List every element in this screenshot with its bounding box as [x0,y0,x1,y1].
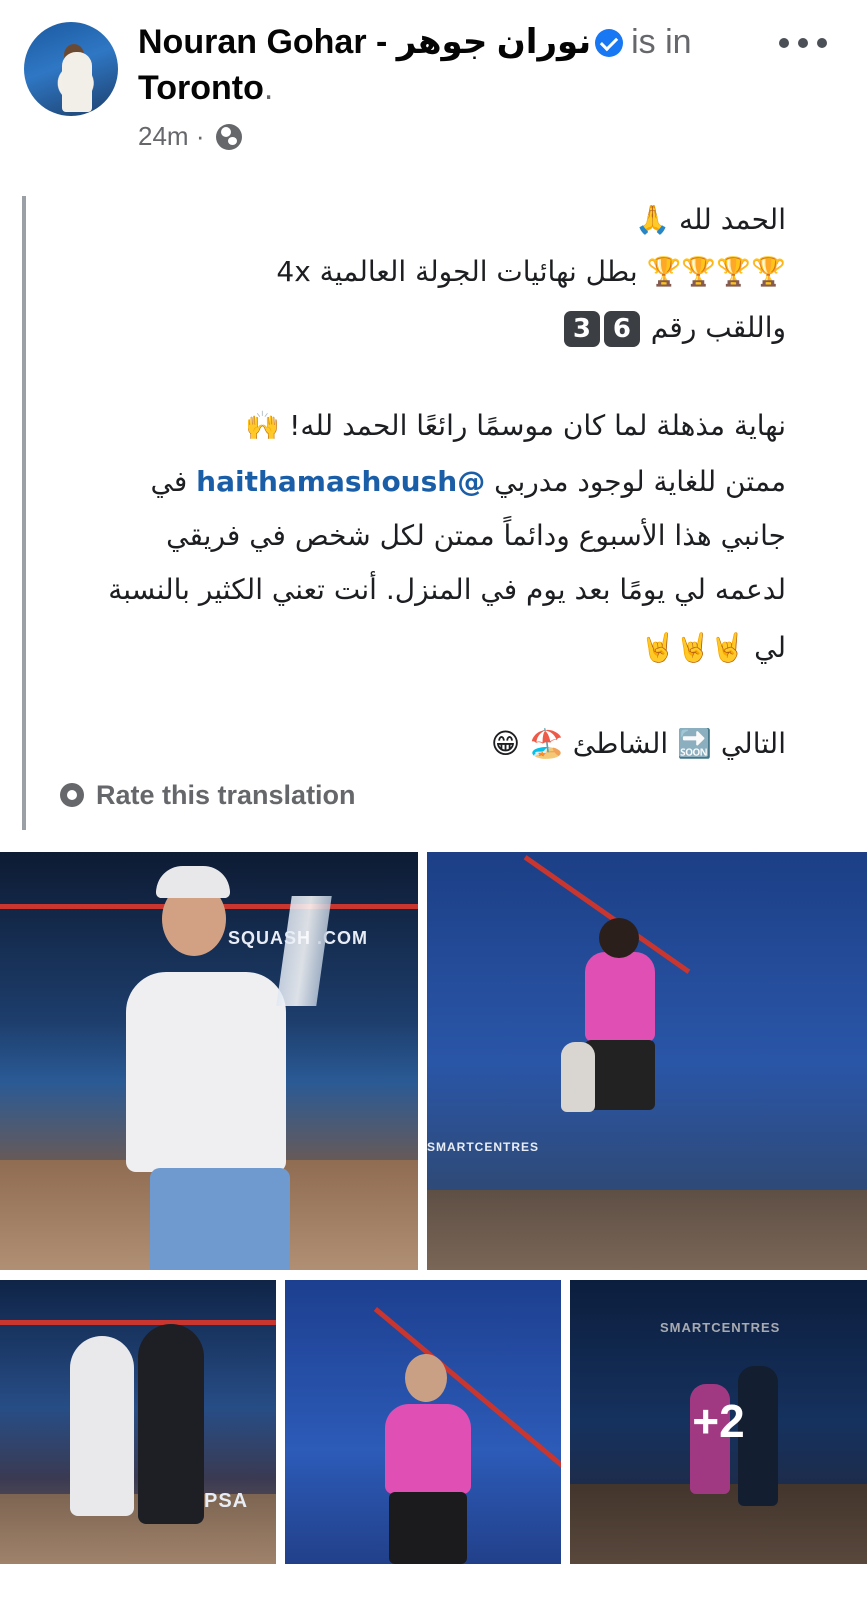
post-header: Nouran Gohar - نوران جوهر is in [138,22,692,62]
photo-with-coach[interactable]: PSA [0,1280,276,1564]
avatar-figure [62,52,92,112]
player-cap [156,866,230,898]
post-line: لدعمه لي يومًا بعد يوم في المنزل. أنت تع… [108,573,786,606]
player-head [599,918,639,958]
photo-pink-shirt[interactable] [285,1280,561,1564]
more-photos-count: +2 [692,1395,745,1447]
player [70,1336,134,1516]
player-shirt [385,1404,471,1494]
gear-icon [60,783,84,807]
post-meta: 24m · [138,120,242,152]
photo-sign: PSA [204,1490,249,1512]
author-name[interactable]: Nouran Gohar - نوران جوهر [138,23,591,61]
more-options-button[interactable] [779,36,827,50]
coach [138,1324,204,1524]
player-skirt [585,1040,655,1110]
player-shirt [585,952,655,1042]
player-shirt [126,972,286,1172]
post-line-text: ممتن للغاية لوجود مدربي [485,465,786,498]
post-line: الحمد لله 🙏 [635,203,786,236]
post-line: التالي 🔜 الشاطئ 🏖️ 😁 [490,727,786,760]
number-badge: 3 [563,311,600,347]
photo-more[interactable]: SMARTCENTRES +2 [570,1280,867,1564]
post-text: الحمد لله 🙏 🏆🏆🏆🏆 بطل نهائيات الجولة العا… [22,196,846,830]
post-time[interactable]: 24m [138,121,189,151]
post-line: 🏆🏆🏆🏆 بطل نهائيات الجولة العالمية 4x [276,255,786,288]
post-line-text: واللقب رقم [650,311,786,344]
location-link[interactable]: Toronto [138,69,264,107]
more-dots-icon [779,38,789,48]
opponent [561,1042,595,1112]
location-line: Toronto. [138,68,273,108]
post-line: جانبي هذا الأسبوع ودائماً ممتن لكل شخص ف… [166,519,786,552]
rate-translation-label: Rate this translation [96,780,356,810]
post-line-mention: ممتن للغاية لوجود مدربي @haithamashoush … [151,464,786,500]
post-line-title-count: واللقب رقم 63 [562,310,786,347]
player-head [405,1354,447,1402]
author-avatar[interactable] [24,22,118,116]
status-text: is in [631,23,692,61]
player-pants [150,1168,290,1270]
player-skirt [389,1492,467,1564]
post-line: نهاية مذهلة لما كان موسمًا رائعًا الحمد … [245,409,786,442]
post-line-text: في [150,465,197,498]
trophy [276,896,332,1006]
more-dot [798,38,808,48]
court-floor [427,1190,867,1270]
rate-translation-button[interactable]: Rate this translation [60,778,356,812]
court-line [0,1320,276,1325]
globe-icon[interactable] [215,124,242,150]
more-dot [817,38,827,48]
photo-trophy[interactable]: SQUASH .COM [0,852,418,1270]
post-line: لي 🤘🤘🤘 [640,631,786,664]
mention-link[interactable]: @haithamashoush [196,465,485,498]
photo-sign: SMARTCENTRES [427,1140,540,1154]
location-dot: . [263,69,274,107]
number-badge: 6 [603,311,640,347]
photo-celebration[interactable]: SMARTCENTRES [427,852,867,1270]
meta-separator: · [195,121,205,151]
verified-badge-icon [595,29,624,57]
